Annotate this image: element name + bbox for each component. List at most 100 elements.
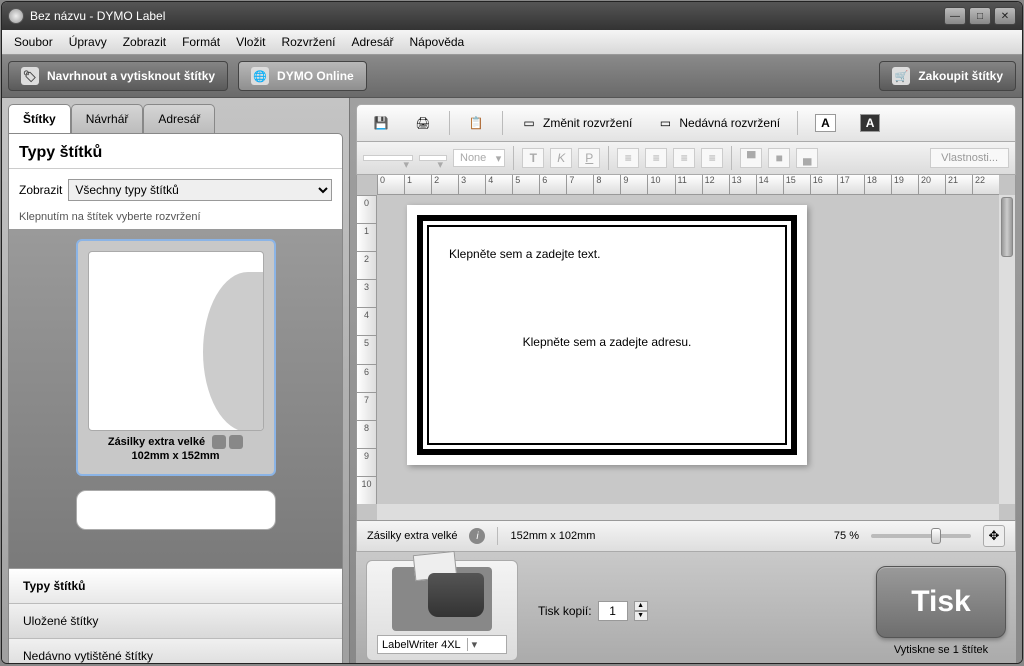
left-tabs: Štítky Návrhář Adresář — [2, 98, 349, 133]
label-preview-icon — [88, 251, 264, 431]
save-icon: 💾 — [372, 114, 390, 132]
copies-input[interactable] — [598, 601, 628, 621]
recent-icon: ▭ — [656, 114, 674, 132]
underline-button[interactable]: P — [578, 148, 600, 168]
close-button[interactable]: ✕ — [994, 7, 1016, 25]
horizontal-ruler: 0 1 2 3 4 5 6 7 8 9 10 11 12 13 14 15 16 — [377, 175, 999, 195]
window-title: Bez názvu - DYMO Label — [30, 9, 944, 23]
design-print-button[interactable]: 🏷 Navrhnout a vytisknout štítky — [8, 61, 228, 91]
label-type-filter[interactable]: Všechny typy štítků — [68, 179, 332, 201]
label-address-field[interactable]: Klepněte sem a zadejte adresu. — [449, 335, 765, 349]
status-bar: Zásilky extra velké i 152mm x 102mm 75 %… — [356, 521, 1016, 552]
menu-vlozit[interactable]: Vložit — [230, 33, 271, 51]
label-types-heading: Typy štítků — [9, 134, 342, 169]
paste-button[interactable]: 📋 — [458, 109, 494, 137]
style-select[interactable]: None — [453, 149, 505, 167]
label-text-field[interactable]: Klepněte sem a zadejte text. — [449, 247, 765, 261]
dymo-online-label: DYMO Online — [277, 69, 354, 83]
cart-icon: 🛒 — [892, 67, 910, 85]
label-canvas[interactable]: Klepněte sem a zadejte text. Klepněte se… — [377, 195, 999, 504]
horizontal-scrollbar[interactable] — [377, 504, 999, 520]
properties-button[interactable]: Vlastnosti... — [930, 148, 1009, 168]
text-a-icon: A — [815, 114, 836, 132]
menu-soubor[interactable]: Soubor — [8, 33, 59, 51]
menu-rozvrzeni[interactable]: Rozvržení — [275, 33, 341, 51]
menu-zobrazit[interactable]: Zobrazit — [117, 33, 172, 51]
align-left-button[interactable]: ≡ — [617, 148, 639, 168]
valign-top-button[interactable]: ▀ — [740, 148, 762, 168]
titlebar: Bez názvu - DYMO Label — □ ✕ — [2, 2, 1022, 30]
save-button[interactable]: 💾 — [363, 109, 399, 137]
menu-format[interactable]: Formát — [176, 33, 226, 51]
layout-icon: ▭ — [520, 114, 538, 132]
valign-bot-button[interactable]: ▄ — [796, 148, 818, 168]
fit-button[interactable]: ✥ — [983, 525, 1005, 547]
acc-typy-stitku[interactable]: Typy štítků — [9, 569, 342, 604]
print-row: LabelWriter 4XL ▾ Tisk kopií: ▲ ▼ Tisk V… — [356, 552, 1016, 664]
align-center-button[interactable]: ≡ — [645, 148, 667, 168]
label-thumb-next[interactable] — [76, 490, 276, 530]
globe-icon: 🌐 — [251, 67, 269, 85]
menu-upravy[interactable]: Úpravy — [63, 33, 113, 51]
valign-mid-button[interactable]: ■ — [768, 148, 790, 168]
zoom-slider[interactable] — [871, 534, 971, 538]
align-right-button[interactable]: ≡ — [673, 148, 695, 168]
text-a-invert-icon: A — [860, 114, 881, 132]
thumb-caption-1: Zásilky extra velké — [108, 436, 205, 448]
tab-adresar[interactable]: Adresář — [143, 104, 215, 133]
printer-icon — [392, 567, 492, 631]
chevron-down-icon[interactable]: ▾ — [467, 638, 478, 651]
copies-down[interactable]: ▼ — [634, 611, 648, 621]
printer-name: LabelWriter 4XL — [382, 639, 461, 651]
select-layout-hint: Klepnutím na štítek vyberte rozvržení — [9, 211, 342, 229]
info-icon[interactable] — [212, 435, 226, 449]
maximize-button[interactable]: □ — [969, 7, 991, 25]
label-thumb-selected[interactable]: Zásilky extra velké 102mm x 152mm — [76, 239, 276, 476]
change-layout-button[interactable]: ▭ Změnit rozvržení — [511, 109, 641, 137]
app-icon — [8, 8, 24, 24]
minimize-button[interactable]: — — [944, 7, 966, 25]
italic-button[interactable]: K — [550, 148, 572, 168]
copies-up[interactable]: ▲ — [634, 601, 648, 611]
tab-navrhar[interactable]: Návrhář — [71, 104, 144, 133]
buy-labels-label: Zakoupit štítky — [918, 69, 1003, 83]
align-just-button[interactable]: ≡ — [701, 148, 723, 168]
acc-ulozene-stitky[interactable]: Uložené štítky — [9, 604, 342, 639]
font-select[interactable] — [363, 155, 413, 161]
app-window: Bez názvu - DYMO Label — □ ✕ Soubor Úpra… — [1, 1, 1023, 664]
recent-layout-label: Nedávná rozvržení — [679, 116, 780, 130]
buy-labels-button[interactable]: 🛒 Zakoupit štítky — [879, 61, 1016, 91]
print-button[interactable]: 🖨 — [405, 109, 441, 137]
paste-icon: 📋 — [467, 114, 485, 132]
printer-selector[interactable]: LabelWriter 4XL ▾ — [366, 560, 518, 661]
dymo-online-button[interactable]: 🌐 DYMO Online — [238, 61, 367, 91]
editor-panel: 💾 🖨 📋 ▭ Změnit rozvržení ▭ Nedávná rozvr… — [350, 98, 1022, 664]
main-toolbar: 🏷 Navrhnout a vytisknout štítky 🌐 DYMO O… — [2, 55, 1022, 98]
print-big-button[interactable]: Tisk — [876, 566, 1006, 638]
canvas-area: 0 1 2 3 4 5 6 7 8 9 10 11 12 13 14 15 16 — [356, 175, 1016, 521]
text-invert-button[interactable]: A — [851, 109, 890, 137]
vertical-ruler: 0 1 2 3 4 5 6 7 8 9 10 — [357, 195, 377, 504]
status-label-name: Zásilky extra velké — [367, 530, 457, 542]
menubar: Soubor Úpravy Zobrazit Formát Vložit Roz… — [2, 30, 1022, 55]
left-panel: Štítky Návrhář Adresář Typy štítků Zobra… — [2, 98, 350, 664]
vertical-scrollbar[interactable] — [999, 195, 1015, 504]
label-thumbnails[interactable]: Zásilky extra velké 102mm x 152mm — [9, 229, 342, 568]
tab-stitky[interactable]: Štítky — [8, 104, 71, 133]
menu-adresar[interactable]: Adresář — [345, 33, 399, 51]
printer-compat-icon[interactable] — [229, 435, 243, 449]
fontsize-select[interactable] — [419, 155, 447, 161]
menu-napoveda[interactable]: Nápověda — [404, 33, 471, 51]
text-normal-button[interactable]: A — [806, 109, 845, 137]
left-tab-body: Typy štítků Zobrazit Všechny typy štítků… — [8, 133, 343, 664]
thumb-caption-2: 102mm x 152mm — [131, 450, 219, 462]
bold-button[interactable]: T — [522, 148, 544, 168]
recent-layout-button[interactable]: ▭ Nedávná rozvržení — [647, 109, 789, 137]
acc-nedavno-vytistene[interactable]: Nedávno vytištěné štítky — [9, 639, 342, 664]
copies-label: Tisk kopií: — [538, 604, 592, 618]
info-icon[interactable]: i — [469, 528, 485, 544]
print-icon: 🖨 — [414, 114, 432, 132]
label-page[interactable]: Klepněte sem a zadejte text. Klepněte se… — [407, 205, 807, 465]
format-toolbar: None T K P ≡ ≡ ≡ ≡ ▀ ■ ▄ Vlastnosti... — [356, 142, 1016, 175]
left-accordion: Typy štítků Uložené štítky Nedávno vytiš… — [9, 568, 342, 664]
